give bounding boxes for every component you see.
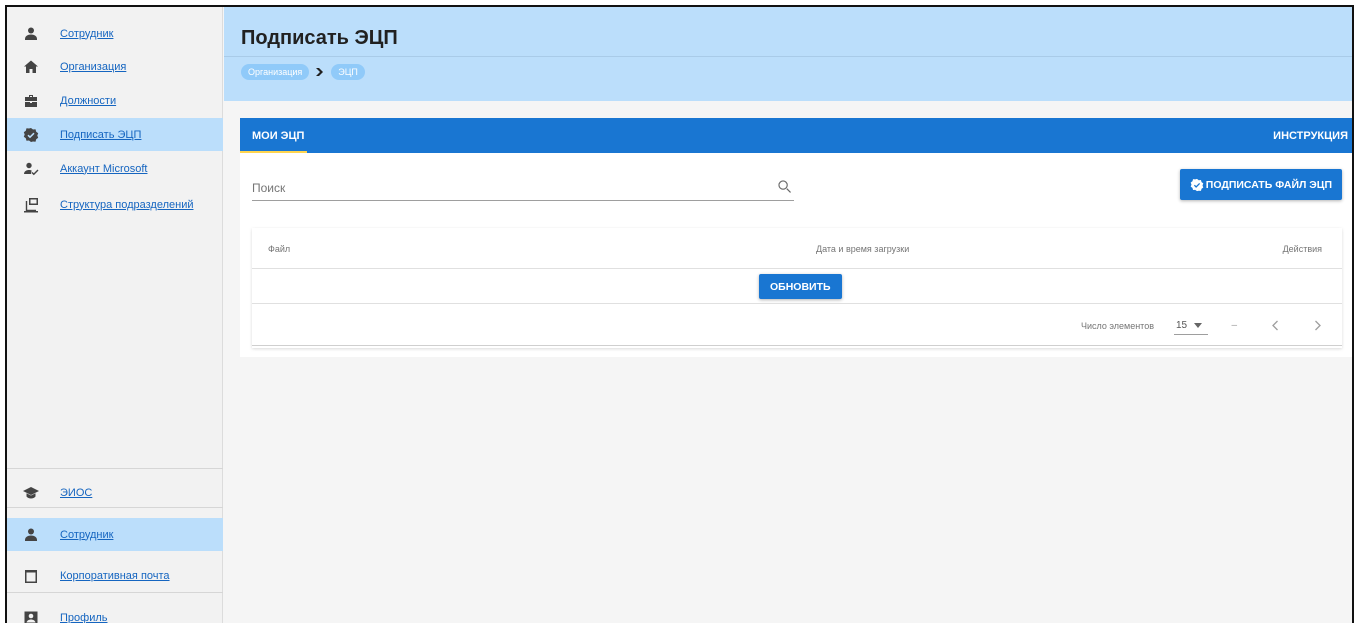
table-paginator: Число элементов 15 –	[252, 304, 1342, 346]
sidebar-item-label: Организация	[60, 60, 127, 73]
home-icon	[23, 59, 39, 75]
column-header-upload-date[interactable]: Дата и время загрузки	[816, 244, 909, 254]
sidebar-item-corporate-mail[interactable]: Корпоративная почта	[7, 559, 223, 592]
sidebar-divider	[7, 468, 223, 469]
sidebar-item-label: Должности	[60, 94, 117, 107]
sidebar-item-label: Профиль	[60, 611, 108, 623]
table-header: Файл Дата и время загрузки Действия	[252, 228, 1342, 269]
files-table: Файл Дата и время загрузки Действия ОБНО…	[252, 228, 1342, 348]
calendar-icon	[23, 568, 39, 584]
chevron-right-icon	[315, 67, 325, 77]
sign-file-button-label: ПОДПИСАТЬ ФАЙЛ ЭЦП	[1205, 178, 1332, 191]
sidebar-item-label: Сотрудник	[60, 27, 114, 40]
page-size-label: Число элементов	[1080, 321, 1154, 331]
sidebar-item-microsoft-account[interactable]: Аккаунт Microsoft	[7, 152, 223, 185]
sidebar-item-profile[interactable]: Профиль	[7, 601, 223, 623]
hierarchy-icon	[23, 197, 39, 213]
chevron-down-icon	[1194, 322, 1203, 330]
tab-label: МОИ ЭЦП	[252, 129, 305, 142]
sidebar-divider	[7, 507, 223, 508]
sidebar-item-label: Корпоративная почта	[60, 569, 170, 582]
sidebar-item-department-structure[interactable]: Структура подразделений	[7, 188, 223, 221]
header-divider	[224, 56, 1352, 57]
sidebar-item-label: Подписать ЭЦП	[60, 128, 142, 141]
refresh-button[interactable]: ОБНОВИТЬ	[759, 274, 842, 299]
main-content: Подписать ЭЦП Организация ЭЦП МОИ ЭЦП ИН…	[224, 7, 1352, 623]
previous-page-button[interactable]	[1269, 318, 1281, 332]
next-page-button[interactable]	[1312, 318, 1324, 332]
sidebar-item-positions[interactable]: Должности	[7, 84, 223, 117]
tab-label: ИНСТРУКЦИЯ	[1273, 129, 1348, 142]
column-header-actions: Действия	[1282, 244, 1322, 254]
person-check-icon	[23, 161, 39, 177]
column-header-file[interactable]: Файл	[268, 244, 290, 254]
page-header: Подписать ЭЦП Организация ЭЦП	[224, 7, 1352, 101]
sidebar-item-employee[interactable]: Сотрудник	[7, 17, 223, 50]
sidebar-item-organization[interactable]: Организация	[7, 50, 223, 83]
chevron-right-icon	[1315, 320, 1321, 330]
sidebar-item-label: ЭИОС	[60, 486, 93, 499]
account-box-icon	[23, 610, 39, 623]
breadcrumb-item-ecp[interactable]: ЭЦП	[331, 64, 365, 80]
graduation-cap-icon	[23, 485, 39, 501]
sidebar-item-label: Структура подразделений	[60, 198, 194, 211]
sidebar-item-label: Аккаунт Microsoft	[60, 162, 148, 175]
verified-badge-icon	[23, 127, 39, 143]
person-icon	[23, 26, 39, 42]
sidebar-item-label: Сотрудник	[60, 528, 114, 541]
sidebar-item-sign-ecp[interactable]: Подписать ЭЦП	[7, 118, 223, 151]
sidebar: Сотрудник Организация Должности Подписат…	[7, 7, 223, 623]
sidebar-item-employee-secondary[interactable]: Сотрудник	[7, 518, 223, 551]
table-row: ОБНОВИТЬ	[252, 269, 1342, 304]
person-icon	[23, 527, 39, 543]
verified-badge-icon	[1190, 178, 1204, 191]
sidebar-item-eios[interactable]: ЭИОС	[7, 476, 223, 509]
briefcase-icon	[23, 93, 39, 109]
chevron-left-icon	[1272, 320, 1278, 330]
page-size-value: 15	[1176, 320, 1188, 331]
page-title: Подписать ЭЦП	[241, 27, 398, 49]
tab-my-ecp[interactable]: МОИ ЭЦП	[250, 118, 306, 153]
sign-file-button[interactable]: ПОДПИСАТЬ ФАЙЛ ЭЦП	[1179, 169, 1342, 200]
search-field	[252, 175, 794, 201]
app-window: Сотрудник Организация Должности Подписат…	[5, 5, 1354, 623]
breadcrumb: Организация ЭЦП	[241, 64, 365, 80]
sidebar-divider	[7, 592, 223, 593]
search-input[interactable]	[252, 180, 752, 195]
search-icon[interactable]	[777, 179, 792, 194]
page-size-select[interactable]: 15	[1174, 317, 1208, 335]
breadcrumb-item-organization[interactable]: Организация	[241, 64, 310, 80]
ecp-panel: ПОДПИСАТЬ ФАЙЛ ЭЦП Файл Дата и время заг…	[240, 153, 1352, 357]
tab-instruction[interactable]: ИНСТРУКЦИЯ	[1273, 118, 1348, 153]
tab-bar: МОИ ЭЦП ИНСТРУКЦИЯ	[240, 118, 1352, 153]
page-range: –	[1231, 320, 1237, 331]
